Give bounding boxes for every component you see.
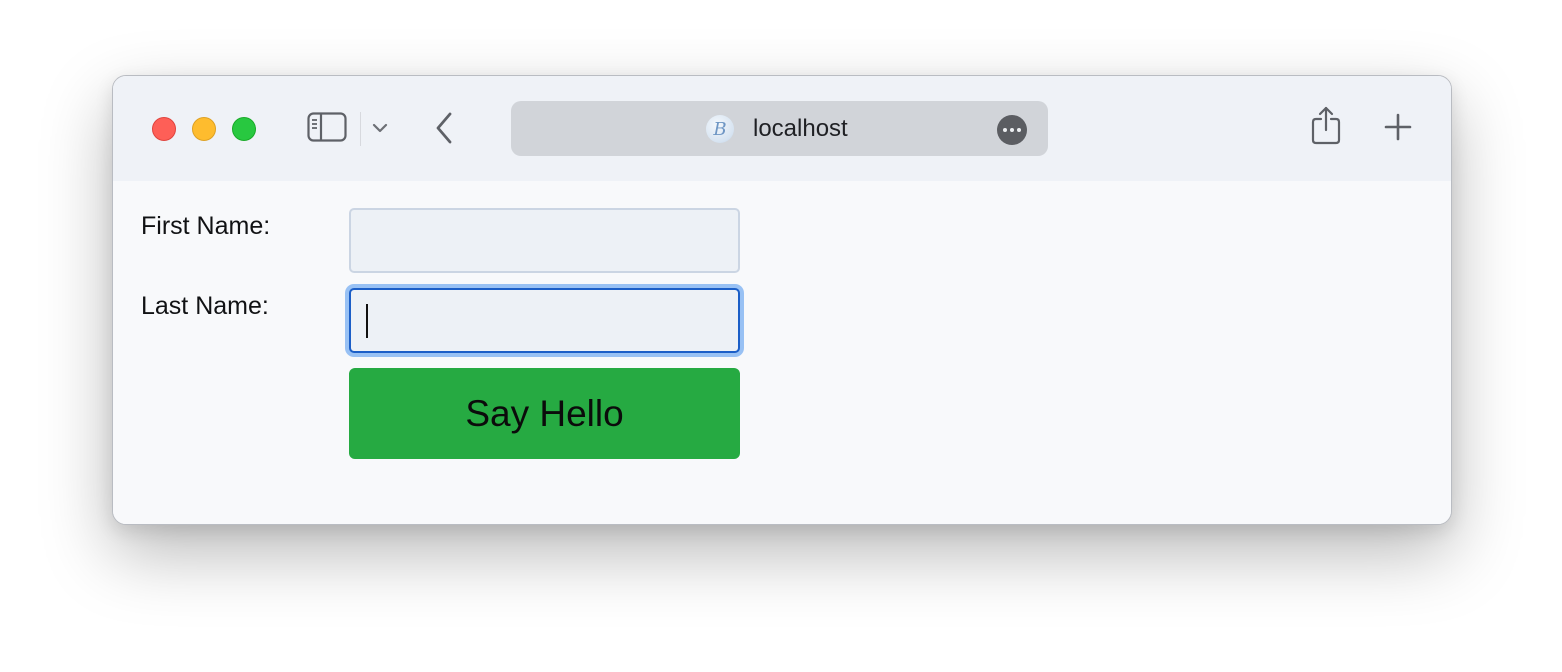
last-name-label: Last Name: xyxy=(141,292,269,320)
minimize-window-button[interactable] xyxy=(192,117,216,141)
back-arrow-icon[interactable] xyxy=(431,110,457,146)
maximize-window-button[interactable] xyxy=(232,117,256,141)
first-name-label: First Name: xyxy=(141,212,271,240)
toolbar-divider xyxy=(360,112,361,146)
browser-toolbar: B localhost xyxy=(113,76,1451,181)
sidebar-icon[interactable] xyxy=(307,111,347,143)
more-options-icon[interactable] xyxy=(997,115,1027,145)
say-hello-button[interactable]: Say Hello xyxy=(349,368,740,459)
address-text: localhost xyxy=(753,115,848,142)
chevron-down-icon[interactable] xyxy=(369,117,391,139)
plus-icon[interactable] xyxy=(1383,112,1413,142)
site-favicon-icon: B xyxy=(706,115,734,143)
last-name-field[interactable] xyxy=(349,288,740,353)
first-name-field[interactable] xyxy=(349,208,740,273)
text-caret xyxy=(366,304,368,338)
share-icon[interactable] xyxy=(1309,105,1343,145)
address-bar[interactable]: B localhost xyxy=(511,101,1048,156)
close-window-button[interactable] xyxy=(152,117,176,141)
page-content: First Name: Last Name: Say Hello xyxy=(113,181,1451,524)
browser-window: B localhost First Name: Last Name: Say H… xyxy=(112,75,1452,525)
